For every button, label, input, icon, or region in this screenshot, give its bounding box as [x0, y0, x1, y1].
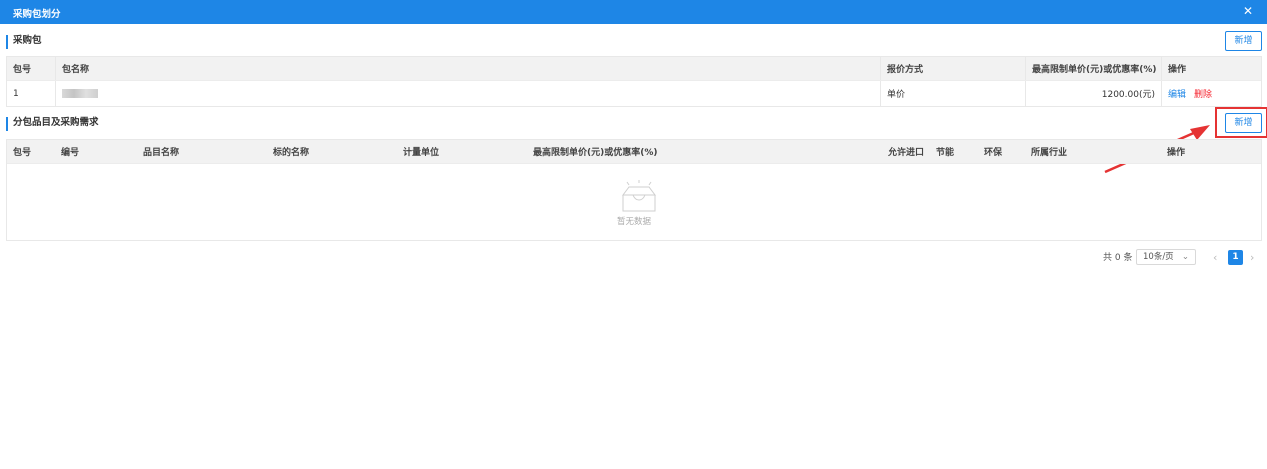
- col-header-package-no: 包号: [13, 148, 32, 158]
- chevron-down-icon: ⌄: [1181, 252, 1189, 262]
- col-header-code: 编号: [61, 148, 80, 158]
- next-page-icon[interactable]: ›: [1250, 249, 1254, 267]
- col-header-unit: 计量单位: [403, 148, 440, 158]
- total-count: 共 0 条: [1103, 253, 1133, 263]
- prev-page-icon[interactable]: ‹: [1213, 249, 1217, 267]
- page-size-value: 10条/页: [1143, 252, 1174, 262]
- page-number-current[interactable]: 1: [1228, 250, 1243, 265]
- col-header-max-price: 最高限制单价(元)或优惠率(%): [533, 148, 658, 158]
- empty-text: 暂无数据: [616, 217, 651, 227]
- col-header-eco: 环保: [984, 148, 1003, 158]
- col-header-actions: 操作: [1167, 148, 1186, 158]
- empty-state: 暂无数据: [7, 164, 1261, 240]
- items-table: 包号 编号 品目名称 标的名称 计量单位 最高限制单价(元)或优惠率(%) 允许…: [6, 139, 1262, 241]
- col-header-import-allowed: 允许进口: [888, 148, 925, 158]
- col-header-subject-name: 标的名称: [273, 148, 310, 158]
- col-header-item-name: 品目名称: [143, 148, 180, 158]
- empty-box-icon: [622, 180, 656, 212]
- table-header: 包号 编号 品目名称 标的名称 计量单位 最高限制单价(元)或优惠率(%) 允许…: [7, 140, 1261, 164]
- page-size-select[interactable]: 10条/页 ⌄: [1136, 249, 1196, 265]
- col-header-industry: 所属行业: [1031, 148, 1068, 158]
- col-header-energy-saving: 节能: [936, 148, 955, 158]
